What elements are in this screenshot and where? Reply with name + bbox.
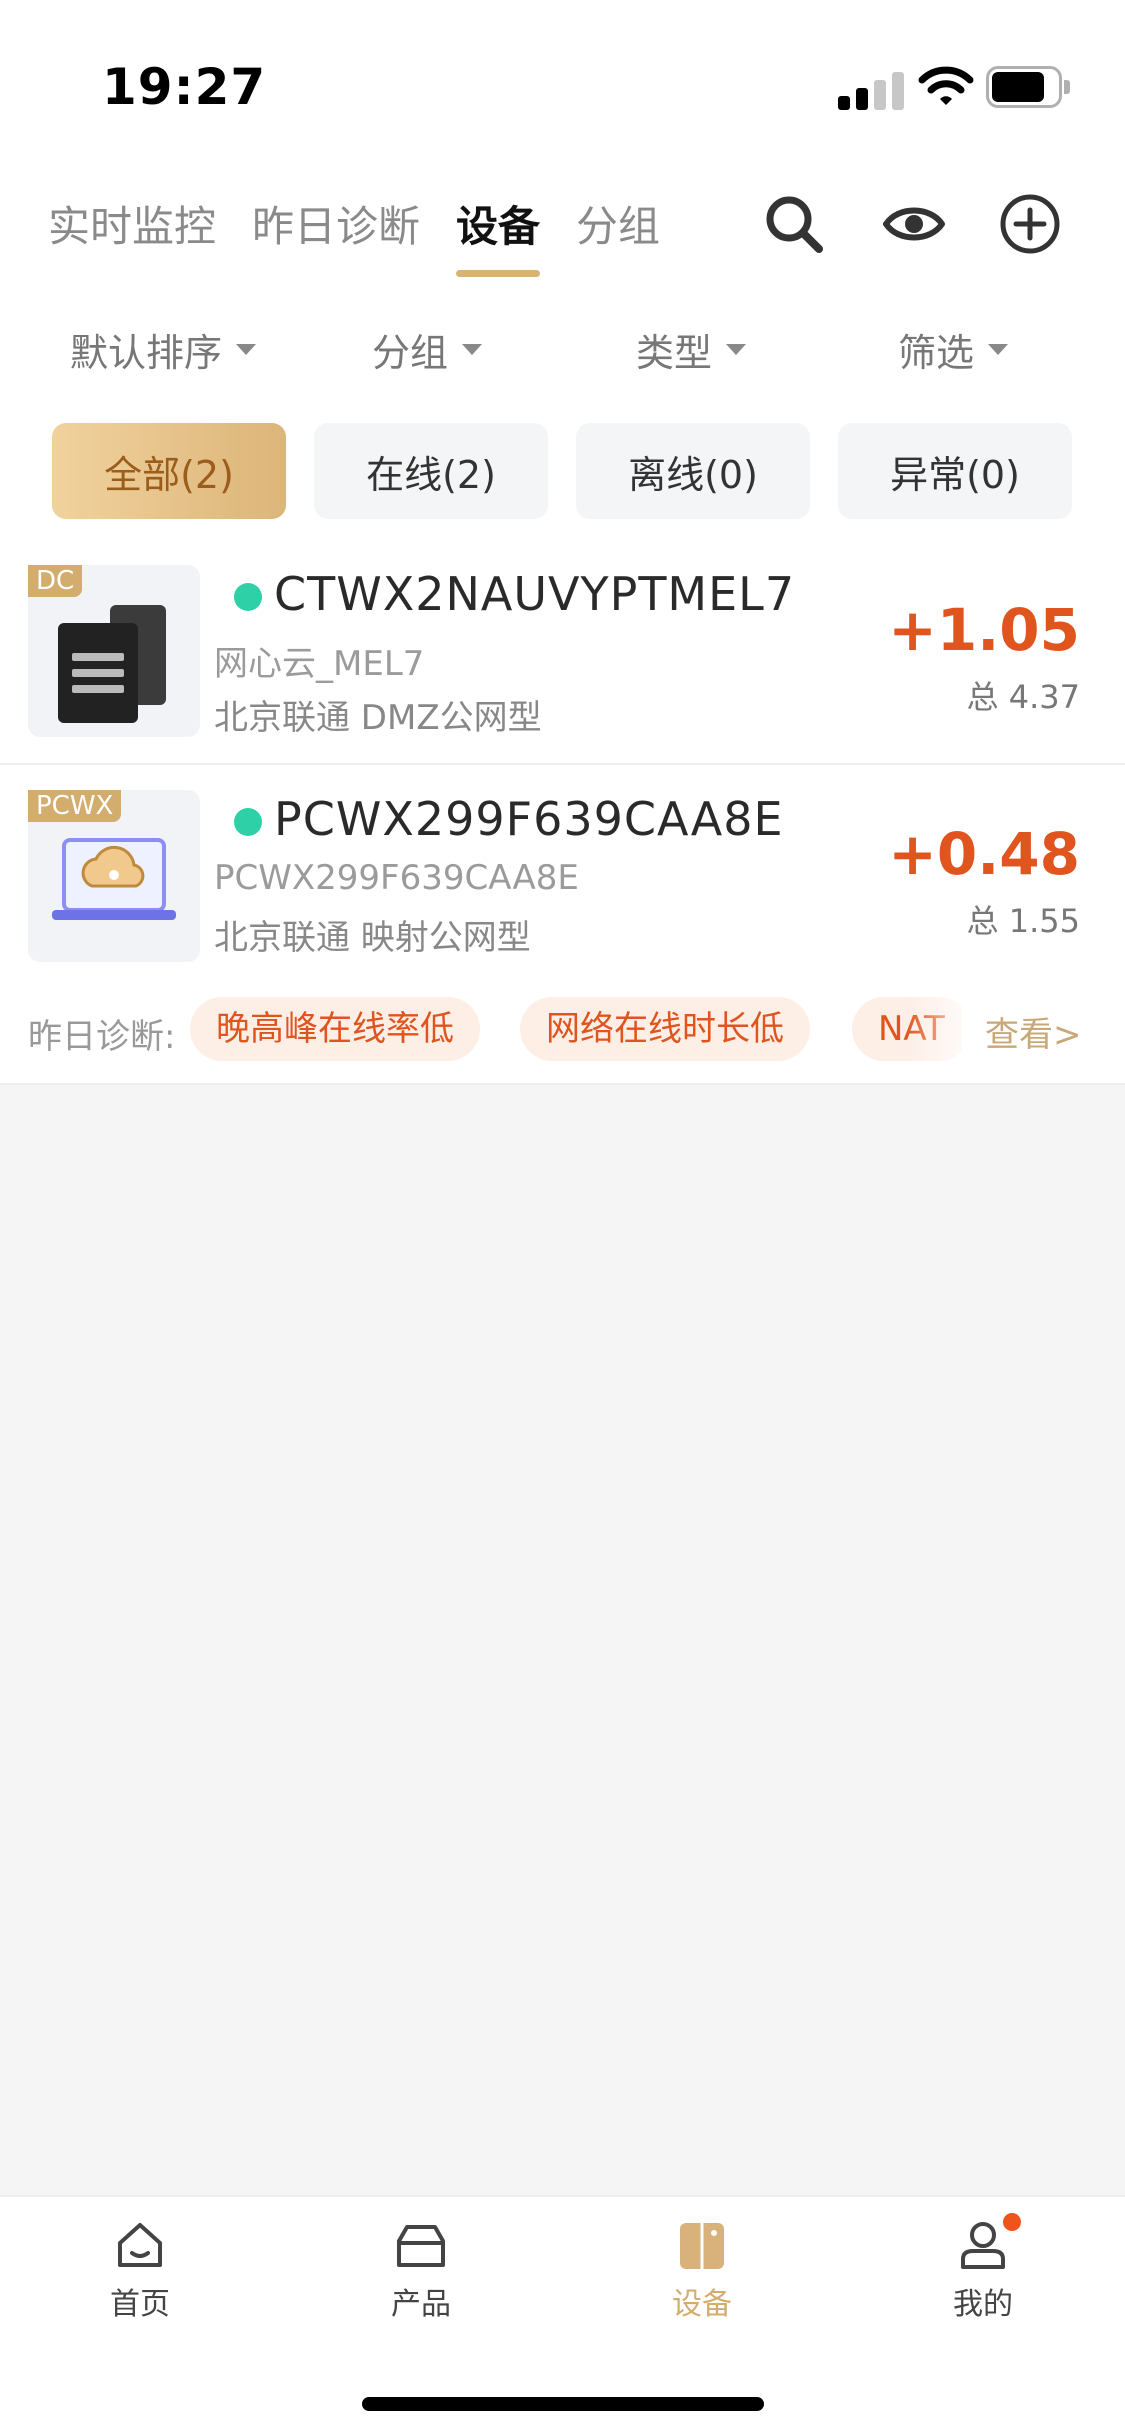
sort-dropdown[interactable]: 默认排序 [70,322,257,377]
nav-mine-label: 我的 [953,2287,1013,2322]
device-location: 北京联通 DMZ公网型 [214,698,542,738]
row-divider [0,763,1125,765]
nav-products-label: 产品 [391,2287,451,2322]
group-dropdown[interactable]: 分组 [372,322,483,377]
chip-offline[interactable]: 离线(0) [576,423,810,519]
filter-dropdown[interactable]: 筛选 [898,322,1009,377]
device-type-badge: PCWX [28,790,122,822]
caret-down-icon [462,344,483,355]
notification-dot [1003,2213,1021,2231]
device-icon [680,2223,724,2269]
nav-devices-label: 设备 [672,2287,732,2322]
tab-yesterday-diagnosis[interactable]: 昨日诊断 [252,193,420,254]
device-subtitle: PCWX299F639CAA8E [214,858,579,898]
online-status-dot [234,808,262,836]
online-status-dot [234,583,262,611]
nav-home[interactable]: 首页 [50,2217,230,2327]
device-name[interactable]: CTWX2NAUVYPTMEL7 [274,567,795,621]
diagnosis-tag[interactable]: 晚高峰在线率低 [190,997,480,1061]
type-dropdown-label: 类型 [636,331,713,375]
nav-mine[interactable]: 我的 [893,2213,1073,2327]
caret-down-icon [726,344,747,355]
chip-online[interactable]: 在线(2) [314,423,548,519]
wifi-icon [918,66,974,105]
tab-groups[interactable]: 分组 [576,193,660,254]
device-earnings-delta: +1.05 [888,596,1080,664]
tab-devices[interactable]: 设备 [456,193,540,254]
tab-realtime-monitor[interactable]: 实时监控 [48,193,216,254]
device-earnings-total: 总 4.37 [966,678,1080,716]
device-list-screen: 19:27 实时监控 昨日诊断 设备 分组 默认排序 分组 类型 筛选 全部(2… [0,0,1125,2436]
add-circle-icon[interactable] [998,192,1062,256]
caret-down-icon [236,344,257,355]
search-icon[interactable] [762,192,826,256]
chip-all[interactable]: 全部(2) [52,423,286,519]
diagnosis-tag[interactable]: 网络在线时长低 [520,997,810,1061]
battery-icon [986,66,1070,108]
nav-products[interactable]: 产品 [331,2217,511,2327]
device-location: 北京联通 映射公网型 [214,918,531,958]
home-icon [118,2223,162,2267]
user-icon [961,2222,1005,2269]
active-tab-indicator [456,270,540,277]
chip-abnormal[interactable]: 异常(0) [838,423,1072,519]
device-earnings-total: 总 1.55 [966,902,1080,940]
device-earnings-delta: +0.48 [888,820,1080,888]
device-subtitle: 网心云_MEL7 [214,644,425,684]
filter-dropdown-label: 筛选 [898,331,975,375]
device-type-badge: DC [28,565,83,597]
status-time: 19:27 [102,58,267,116]
cellular-signal-icon [838,70,904,110]
group-dropdown-label: 分组 [372,331,449,375]
type-dropdown[interactable]: 类型 [636,322,747,377]
device-name[interactable]: PCWX299F639CAA8E [274,792,784,846]
row-divider [0,1083,1125,1085]
eye-icon[interactable] [882,192,946,256]
nav-home-label: 首页 [110,2287,170,2322]
box-icon [397,2225,445,2267]
home-indicator [362,2397,764,2411]
diagnosis-label: 昨日诊断: [28,1017,176,1057]
scroll-fade [905,995,985,1065]
nav-devices[interactable]: 设备 [612,2217,792,2327]
caret-down-icon [988,344,1009,355]
sort-dropdown-label: 默认排序 [70,331,223,375]
view-more-link[interactable]: 查看> [985,1007,1082,1056]
